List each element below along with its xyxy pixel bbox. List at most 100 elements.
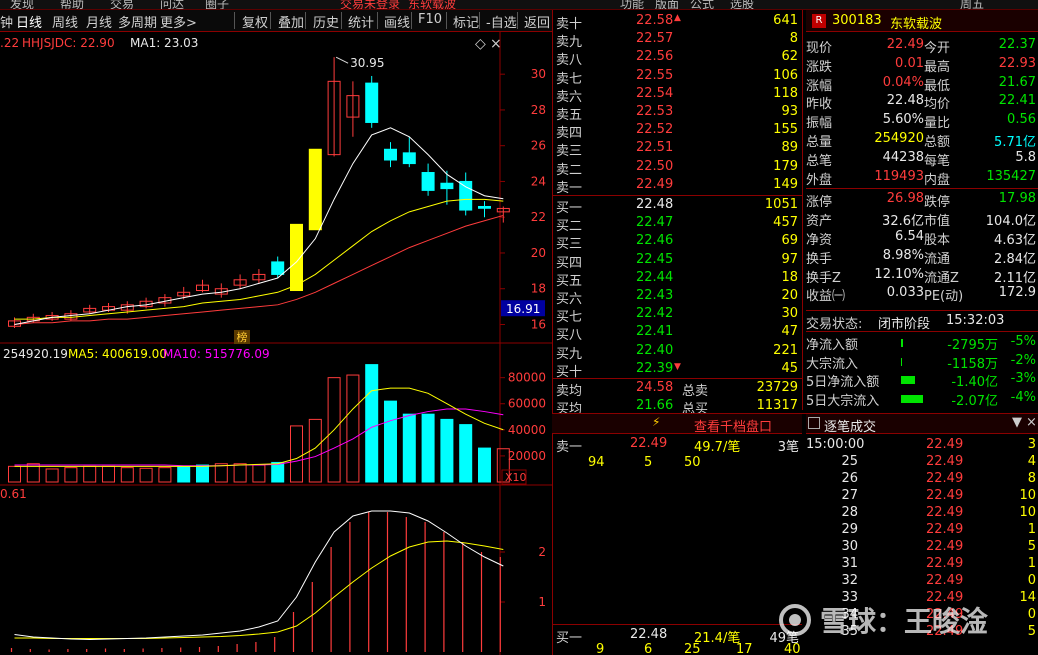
queue-order: 25 [684,642,701,655]
top-menu-item[interactable]: 周五 [960,0,984,9]
toolbar-separator [411,12,412,29]
top-menu-item[interactable]: 选股 [730,0,754,9]
toolbar-separator [270,12,271,29]
queue-buy-avg: 21.4/笔 [694,631,741,646]
depth-link[interactable]: 查看千档盘口 [694,416,772,435]
rank-badge: 榜 [237,330,248,344]
toolbar-button[interactable]: 统计 [348,12,374,31]
tick-time: 28 [841,505,858,520]
toolbar-separator [446,12,447,29]
toolbar-button[interactable]: 更多> [160,12,197,31]
queue-sell-avg: 49.7/笔 [694,440,741,455]
info-label: PE(动) [924,289,964,305]
lightning-icon: ⚡ [652,415,661,429]
toolbar-button[interactable]: 钟 [0,12,13,31]
top-menu-item[interactable]: 圈子 [205,0,229,9]
volume-bar [196,464,209,483]
toolbar-separator [234,12,235,29]
toolbar-button[interactable]: F10 [418,12,442,27]
bid-volume: 20 [781,288,798,303]
info-value: 22.37 [998,37,1036,52]
fund-flow-label: 大宗流入 [806,356,859,372]
tick-time: 31 [841,556,858,571]
bid-volume: 221 [773,342,798,358]
queue-order: 9 [596,642,605,655]
y-tick-label: 80000 [508,371,546,385]
high-pointer [335,56,349,64]
summary-value: 24.58 [636,380,674,395]
watermark-text: 雪球：王晙淦 [820,605,989,638]
tick-volume: 10 [1019,505,1036,520]
macd-dea-line [14,540,504,639]
tick-time: 26 [841,471,858,486]
ticks-menu-icon[interactable] [808,417,820,429]
close-icon[interactable]: × [490,36,502,52]
top-menu-item[interactable]: 交易未登录 [340,0,400,9]
summary-label: 总卖 [682,384,709,399]
info-label: 涨幅 [806,78,833,94]
top-menu-item[interactable]: 问达 [160,0,184,9]
y-tick-label: 2 [538,545,546,559]
info-label: 流通 [924,251,951,267]
info-value: 26.98 [886,191,924,207]
toolbar-button[interactable]: 画线 [384,12,410,31]
vol-legend: 254920.19 [3,347,68,361]
toolbar-button[interactable]: 复权 [242,12,268,31]
toolbar-separator [377,12,378,29]
info-value: 5.8 [1015,149,1036,165]
queue-sell-label: 卖一 [556,440,583,455]
bid-label: 买八 [556,328,583,344]
bid-price: 22.42 [636,306,674,322]
volume-bar [365,364,379,483]
top-menu-item[interactable]: 交易 [110,0,134,9]
top-menu-item[interactable]: 功能 [620,0,644,9]
toolbar-button[interactable]: 历史 [313,12,339,31]
info-label: 收益㈠ [806,289,846,305]
bid-label: 买六 [556,292,583,307]
info-label: 涨跌 [806,59,833,75]
tick-volume: 4 [1027,454,1036,469]
info-value: 17.98 [998,191,1036,207]
info-value: 5.60% [882,112,924,128]
toolbar-button[interactable]: 叠加 [278,12,304,31]
tick-volume: 3 [1027,437,1036,452]
ticks-close-icon[interactable]: × [1026,415,1037,430]
top-menu-item[interactable]: 公式 [690,0,714,9]
candle [440,182,454,190]
bid-price: 22.43 [636,288,674,303]
ask-volume: 62 [781,49,798,65]
ask-label: 卖一 [556,180,583,196]
diamond-icon[interactable]: ◇ [475,36,486,52]
ask-price: 22.58 [636,13,674,28]
toolbar-button[interactable]: 周线 [52,12,78,31]
info-divider [806,188,1038,189]
bid-volume: 47 [781,324,798,340]
ask-label: 卖五 [556,108,583,123]
kline-chart[interactable]: 16 18 20 22 24 26 28 30 30.95 16.91 .22 HHJSJDC: 22… [0,32,552,655]
toolbar-button[interactable]: 返回 [524,12,550,31]
toolbar-button[interactable]: -自选 [486,12,517,31]
toolbar-button[interactable]: 日线 [16,12,42,31]
toolbar-button[interactable]: 月线 [86,12,112,31]
ask-label: 卖九 [556,35,583,51]
toolbar-button[interactable]: 标记 [453,12,479,31]
filter-icon[interactable]: ▼ [1012,415,1022,430]
info-value: 22.48 [886,93,924,109]
tick-time: 27 [841,488,858,503]
info-value: 22.41 [998,93,1036,109]
volume-bar [45,468,59,483]
toolbar-button[interactable]: 多周期 [118,12,157,31]
ask-price: 22.49 [636,176,674,192]
bid-price: 22.48 [636,197,674,212]
info-label: 换手Z [806,270,841,286]
top-menu-item[interactable]: 版面 [655,0,679,9]
info-value: 254920 [874,131,924,146]
fund-flow-pct: -3% [1010,371,1036,386]
info-value: 2.84亿 [994,251,1036,267]
info-value: 135427 [986,168,1036,184]
top-menu-item[interactable]: 东软载波 [408,0,456,9]
chart-panel[interactable]: 16 18 20 22 24 26 28 30 30.95 16.91 .22 HHJSJDC: 22… [0,32,552,655]
info-divider [806,331,1038,332]
top-menu-item[interactable]: 发现 [10,0,34,9]
top-menu-item[interactable]: 帮助 [60,0,84,9]
